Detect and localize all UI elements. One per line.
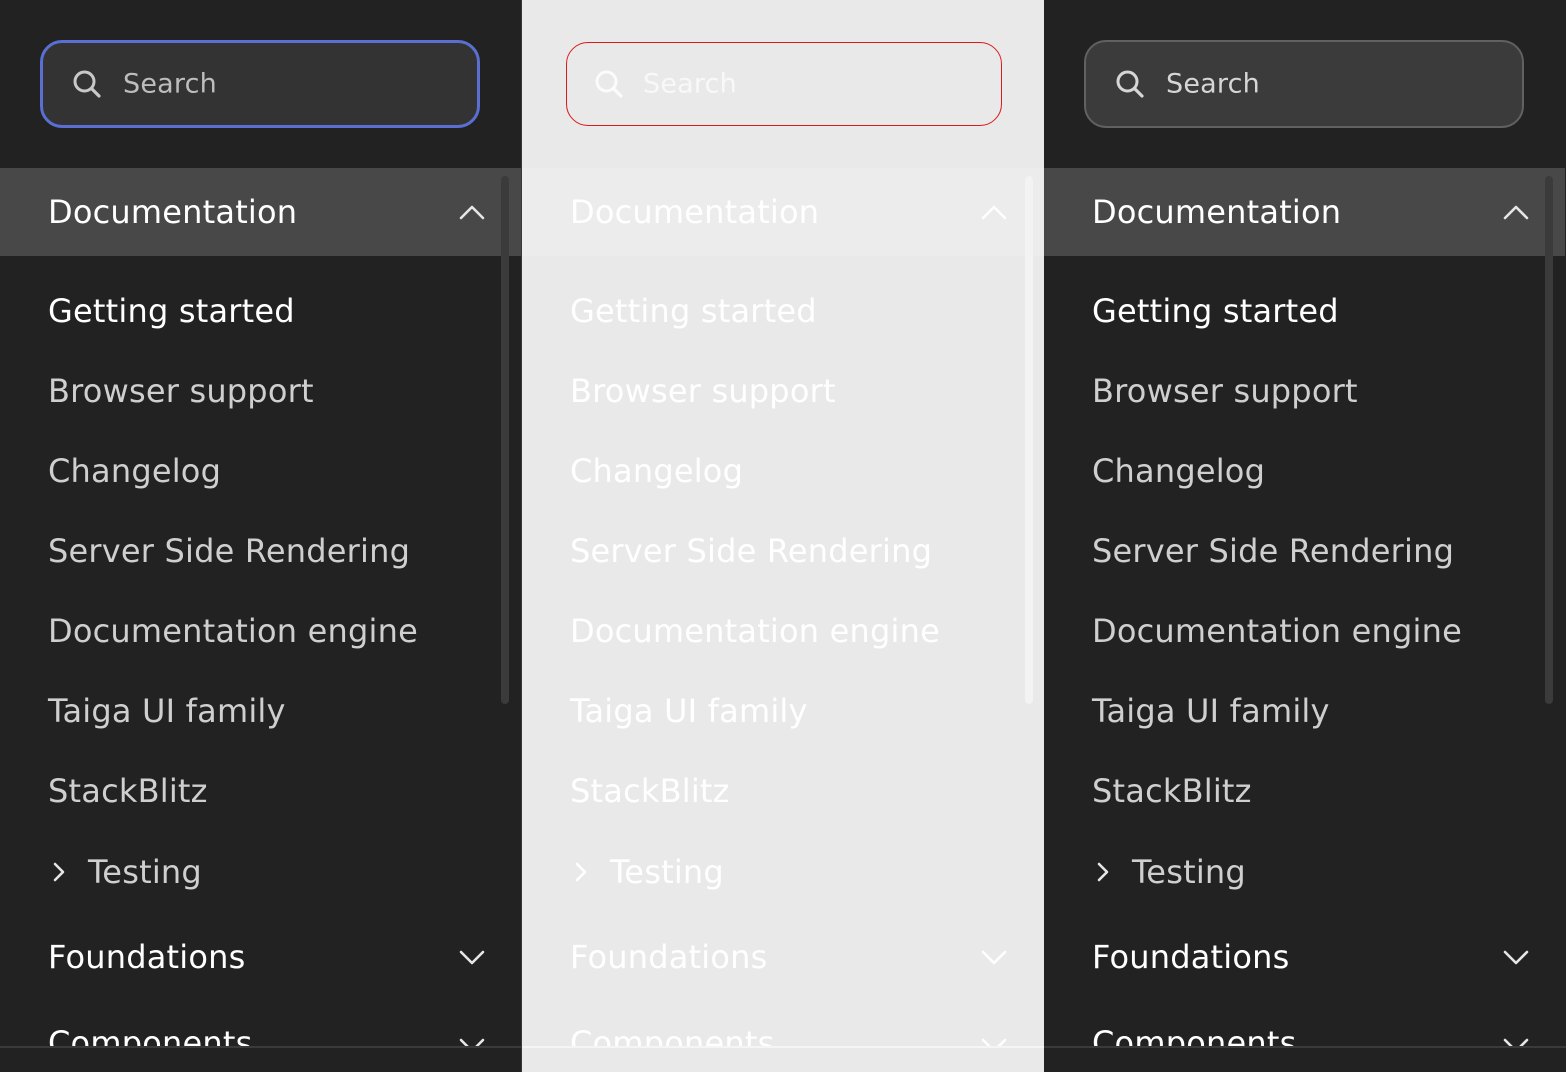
chevron-right-icon [53,862,65,882]
nav-item-documentation-engine[interactable]: Documentation engine [48,612,418,650]
chevron-up-icon[interactable] [1500,196,1532,228]
chevron-down-icon[interactable] [456,942,488,974]
nav-item-changelog[interactable]: Changelog [570,452,743,490]
foundations-title: Foundations [1092,938,1290,976]
nav-item-stackblitz[interactable]: StackBlitz [1092,772,1252,810]
section-header-documentation[interactable]: Documentation [1044,168,1565,256]
nav-item-server-side-rendering[interactable]: Server Side Rendering [570,532,932,570]
nav-item-taiga-ui-family[interactable]: Taiga UI family [48,692,286,730]
search-icon [595,70,623,98]
nav-item-testing[interactable]: Testing [48,850,202,894]
nav-item-changelog[interactable]: Changelog [48,452,221,490]
section-title: Documentation [48,193,298,231]
nav-item-taiga-ui-family[interactable]: Taiga UI family [1092,692,1330,730]
chevron-down-icon[interactable] [1500,942,1532,974]
section-header-documentation[interactable]: Documentation [522,168,1043,256]
testing-label: Testing [88,853,202,891]
foundations-title: Foundations [570,938,768,976]
chevron-down-icon[interactable] [978,942,1010,974]
nav-item-getting-started[interactable]: Getting started [1092,292,1339,330]
section-foundations[interactable]: Foundations [1044,936,1565,986]
scrollbar[interactable] [1025,176,1033,704]
nav-item-documentation-engine[interactable]: Documentation engine [1092,612,1462,650]
nav-item-testing[interactable]: Testing [570,850,724,894]
search-field-invalid[interactable]: Search [566,42,1002,126]
nav-item-stackblitz[interactable]: StackBlitz [570,772,730,810]
search-field-default[interactable]: Search [1084,40,1524,128]
nav-item-documentation-engine[interactable]: Documentation engine [570,612,940,650]
nav-item-testing[interactable]: Testing [1092,850,1246,894]
section-title: Documentation [1092,193,1342,231]
chevron-right-icon [575,862,587,882]
search-placeholder: Search [123,68,217,100]
nav-item-server-side-rendering[interactable]: Server Side Rendering [1092,532,1454,570]
search-icon [73,70,101,98]
navigation-panel-dark-default: Search Documentation Getting started Bro… [1044,0,1566,1072]
nav-item-server-side-rendering[interactable]: Server Side Rendering [48,532,410,570]
section-foundations[interactable]: Foundations [0,936,521,986]
nav-item-getting-started[interactable]: Getting started [48,292,295,330]
nav-item-browser-support[interactable]: Browser support [1092,372,1358,410]
search-field-focused[interactable]: Search [40,40,480,128]
nav-item-getting-started[interactable]: Getting started [570,292,817,330]
chevron-right-icon [1097,862,1109,882]
search-icon [1116,70,1144,98]
nav-item-taiga-ui-family[interactable]: Taiga UI family [570,692,808,730]
scrollbar[interactable] [1545,176,1553,704]
scrollbar[interactable] [501,176,509,704]
nav-item-browser-support[interactable]: Browser support [48,372,314,410]
navigation-panel-light-invalid: Search Documentation Getting started Bro… [522,0,1044,1072]
testing-label: Testing [1132,853,1246,891]
section-title: Documentation [570,193,820,231]
three-panel-preview: Search Documentation Getting started Bro… [0,0,1566,1072]
nav-item-changelog[interactable]: Changelog [1092,452,1265,490]
search-placeholder: Search [1166,68,1260,100]
nav-item-browser-support[interactable]: Browser support [570,372,836,410]
foundations-title: Foundations [48,938,246,976]
section-header-documentation[interactable]: Documentation [0,168,521,256]
chevron-up-icon[interactable] [978,196,1010,228]
navigation-panel-dark-focused: Search Documentation Getting started Bro… [0,0,522,1072]
testing-label: Testing [610,853,724,891]
search-placeholder: Search [643,68,737,100]
chevron-up-icon[interactable] [456,196,488,228]
nav-item-stackblitz[interactable]: StackBlitz [48,772,208,810]
section-foundations[interactable]: Foundations [522,936,1043,986]
